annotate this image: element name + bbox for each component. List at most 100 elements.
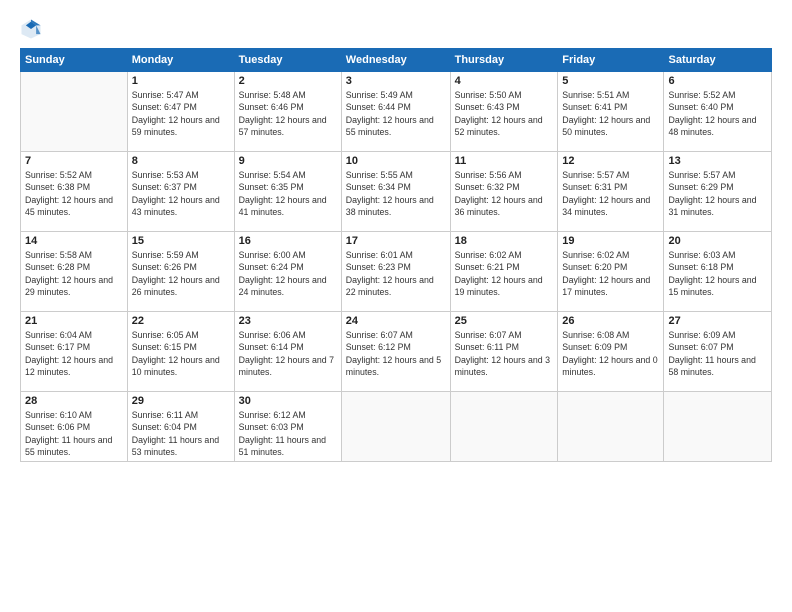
day-number: 1 [132, 75, 230, 87]
calendar-cell: 30Sunrise: 6:12 AMSunset: 6:03 PMDayligh… [234, 392, 341, 462]
calendar-cell: 8 Sunrise: 5:53 AMSunset: 6:37 PMDaylight… [127, 152, 234, 232]
day-number: 7 [25, 155, 123, 167]
day-number: 6 [668, 75, 767, 87]
calendar-cell: 26 Sunrise: 6:08 AMSunset: 6:09 PMDayligh… [558, 312, 664, 392]
day-header-saturday: Saturday [664, 49, 772, 72]
calendar-cell [664, 392, 772, 462]
logo [20, 18, 46, 40]
calendar-cell [21, 72, 128, 152]
calendar-cell: 19Sunrise: 6:02 AMSunset: 6:20 PMDayligh… [558, 232, 664, 312]
sun-info: Sunrise: 6:03 AMSunset: 6:18 PMDaylight:… [668, 249, 767, 298]
sun-info: Sunrise: 5:52 AMSunset: 6:38 PMDaylight:… [25, 169, 123, 218]
day-number: 8 [132, 155, 230, 167]
day-number: 16 [239, 235, 337, 247]
sun-info: Sunrise: 5:51 AMSunset: 6:41 PMDaylight:… [562, 89, 659, 138]
sun-info: Sunrise: 6:10 AMSunset: 6:06 PMDaylight:… [25, 409, 123, 458]
sun-info: Sunrise: 5:49 AMSunset: 6:44 PMDaylight:… [346, 89, 446, 138]
week-row-0: 1Sunrise: 5:47 AMSunset: 6:47 PMDaylight… [21, 72, 772, 152]
calendar-cell: 29 Sunrise: 6:11 AMSunset: 6:04 PMDayligh… [127, 392, 234, 462]
calendar-cell: 20 Sunrise: 6:03 AMSunset: 6:18 PMDayligh… [664, 232, 772, 312]
calendar-cell: 15 Sunrise: 5:59 AMSunset: 6:26 PMDayligh… [127, 232, 234, 312]
day-number: 26 [562, 315, 659, 327]
calendar-cell: 17 Sunrise: 6:01 AMSunset: 6:23 PMDayligh… [341, 232, 450, 312]
sun-info: Sunrise: 6:08 AMSunset: 6:09 PMDaylight:… [562, 329, 659, 378]
calendar-cell: 4Sunrise: 5:50 AMSunset: 6:43 PMDaylight… [450, 72, 558, 152]
sun-info: Sunrise: 5:59 AMSunset: 6:26 PMDaylight:… [132, 249, 230, 298]
sun-info: Sunrise: 6:06 AMSunset: 6:14 PMDaylight:… [239, 329, 337, 378]
day-number: 28 [25, 395, 123, 407]
day-header-monday: Monday [127, 49, 234, 72]
day-number: 29 [132, 395, 230, 407]
calendar-cell: 16 Sunrise: 6:00 AMSunset: 6:24 PMDayligh… [234, 232, 341, 312]
calendar-cell: 22 Sunrise: 6:05 AMSunset: 6:15 PMDayligh… [127, 312, 234, 392]
calendar-cell: 25Sunrise: 6:07 AMSunset: 6:11 PMDayligh… [450, 312, 558, 392]
sun-info: Sunrise: 6:07 AMSunset: 6:12 PMDaylight:… [346, 329, 446, 378]
sun-info: Sunrise: 5:52 AMSunset: 6:40 PMDaylight:… [668, 89, 767, 138]
calendar-cell: 7 Sunrise: 5:52 AMSunset: 6:38 PMDaylight… [21, 152, 128, 232]
day-number: 11 [455, 155, 554, 167]
sun-info: Sunrise: 6:01 AMSunset: 6:23 PMDaylight:… [346, 249, 446, 298]
sun-info: Sunrise: 6:09 AMSunset: 6:07 PMDaylight:… [668, 329, 767, 378]
week-row-2: 14Sunrise: 5:58 AMSunset: 6:28 PMDayligh… [21, 232, 772, 312]
day-number: 22 [132, 315, 230, 327]
day-number: 5 [562, 75, 659, 87]
calendar-cell: 23 Sunrise: 6:06 AMSunset: 6:14 PMDayligh… [234, 312, 341, 392]
day-number: 23 [239, 315, 337, 327]
day-number: 9 [239, 155, 337, 167]
sun-info: Sunrise: 5:55 AMSunset: 6:34 PMDaylight:… [346, 169, 446, 218]
day-number: 2 [239, 75, 337, 87]
sun-info: Sunrise: 6:04 AMSunset: 6:17 PMDaylight:… [25, 329, 123, 378]
header-row: SundayMondayTuesdayWednesdayThursdayFrid… [21, 49, 772, 72]
logo-icon [20, 18, 42, 40]
week-row-3: 21 Sunrise: 6:04 AMSunset: 6:17 PMDayligh… [21, 312, 772, 392]
day-header-wednesday: Wednesday [341, 49, 450, 72]
day-number: 17 [346, 235, 446, 247]
day-number: 15 [132, 235, 230, 247]
calendar-cell: 28 Sunrise: 6:10 AMSunset: 6:06 PMDayligh… [21, 392, 128, 462]
page: SundayMondayTuesdayWednesdayThursdayFrid… [0, 0, 792, 612]
calendar-cell: 18 Sunrise: 6:02 AMSunset: 6:21 PMDayligh… [450, 232, 558, 312]
day-number: 19 [562, 235, 659, 247]
day-number: 13 [668, 155, 767, 167]
sun-info: Sunrise: 6:00 AMSunset: 6:24 PMDaylight:… [239, 249, 337, 298]
sun-info: Sunrise: 6:12 AMSunset: 6:03 PMDaylight:… [239, 409, 337, 458]
sun-info: Sunrise: 5:58 AMSunset: 6:28 PMDaylight:… [25, 249, 123, 298]
sun-info: Sunrise: 5:54 AMSunset: 6:35 PMDaylight:… [239, 169, 337, 218]
day-number: 12 [562, 155, 659, 167]
sun-info: Sunrise: 6:05 AMSunset: 6:15 PMDaylight:… [132, 329, 230, 378]
day-number: 18 [455, 235, 554, 247]
calendar-cell: 27 Sunrise: 6:09 AMSunset: 6:07 PMDayligh… [664, 312, 772, 392]
sun-info: Sunrise: 5:53 AMSunset: 6:37 PMDaylight:… [132, 169, 230, 218]
week-row-1: 7 Sunrise: 5:52 AMSunset: 6:38 PMDaylight… [21, 152, 772, 232]
sun-info: Sunrise: 6:11 AMSunset: 6:04 PMDaylight:… [132, 409, 230, 458]
day-number: 21 [25, 315, 123, 327]
header [20, 18, 772, 40]
calendar-cell: 10 Sunrise: 5:55 AMSunset: 6:34 PMDayligh… [341, 152, 450, 232]
sun-info: Sunrise: 6:07 AMSunset: 6:11 PMDaylight:… [455, 329, 554, 378]
calendar-cell: 21 Sunrise: 6:04 AMSunset: 6:17 PMDayligh… [21, 312, 128, 392]
calendar-cell [341, 392, 450, 462]
day-number: 3 [346, 75, 446, 87]
week-row-4: 28 Sunrise: 6:10 AMSunset: 6:06 PMDayligh… [21, 392, 772, 462]
day-number: 10 [346, 155, 446, 167]
calendar-cell: 24 Sunrise: 6:07 AMSunset: 6:12 PMDayligh… [341, 312, 450, 392]
calendar-cell: 5 Sunrise: 5:51 AMSunset: 6:41 PMDaylight… [558, 72, 664, 152]
sun-info: Sunrise: 5:56 AMSunset: 6:32 PMDaylight:… [455, 169, 554, 218]
day-number: 20 [668, 235, 767, 247]
day-number: 27 [668, 315, 767, 327]
sun-info: Sunrise: 5:57 AMSunset: 6:29 PMDaylight:… [668, 169, 767, 218]
day-header-thursday: Thursday [450, 49, 558, 72]
calendar-cell [558, 392, 664, 462]
calendar-cell: 2Sunrise: 5:48 AMSunset: 6:46 PMDaylight… [234, 72, 341, 152]
calendar-cell: 14Sunrise: 5:58 AMSunset: 6:28 PMDayligh… [21, 232, 128, 312]
sun-info: Sunrise: 6:02 AMSunset: 6:21 PMDaylight:… [455, 249, 554, 298]
calendar-cell: 11 Sunrise: 5:56 AMSunset: 6:32 PMDayligh… [450, 152, 558, 232]
day-header-friday: Friday [558, 49, 664, 72]
calendar-cell [450, 392, 558, 462]
calendar-cell: 13 Sunrise: 5:57 AMSunset: 6:29 PMDayligh… [664, 152, 772, 232]
sun-info: Sunrise: 5:50 AMSunset: 6:43 PMDaylight:… [455, 89, 554, 138]
day-header-tuesday: Tuesday [234, 49, 341, 72]
calendar-cell: 3 Sunrise: 5:49 AMSunset: 6:44 PMDaylight… [341, 72, 450, 152]
day-header-sunday: Sunday [21, 49, 128, 72]
day-number: 24 [346, 315, 446, 327]
